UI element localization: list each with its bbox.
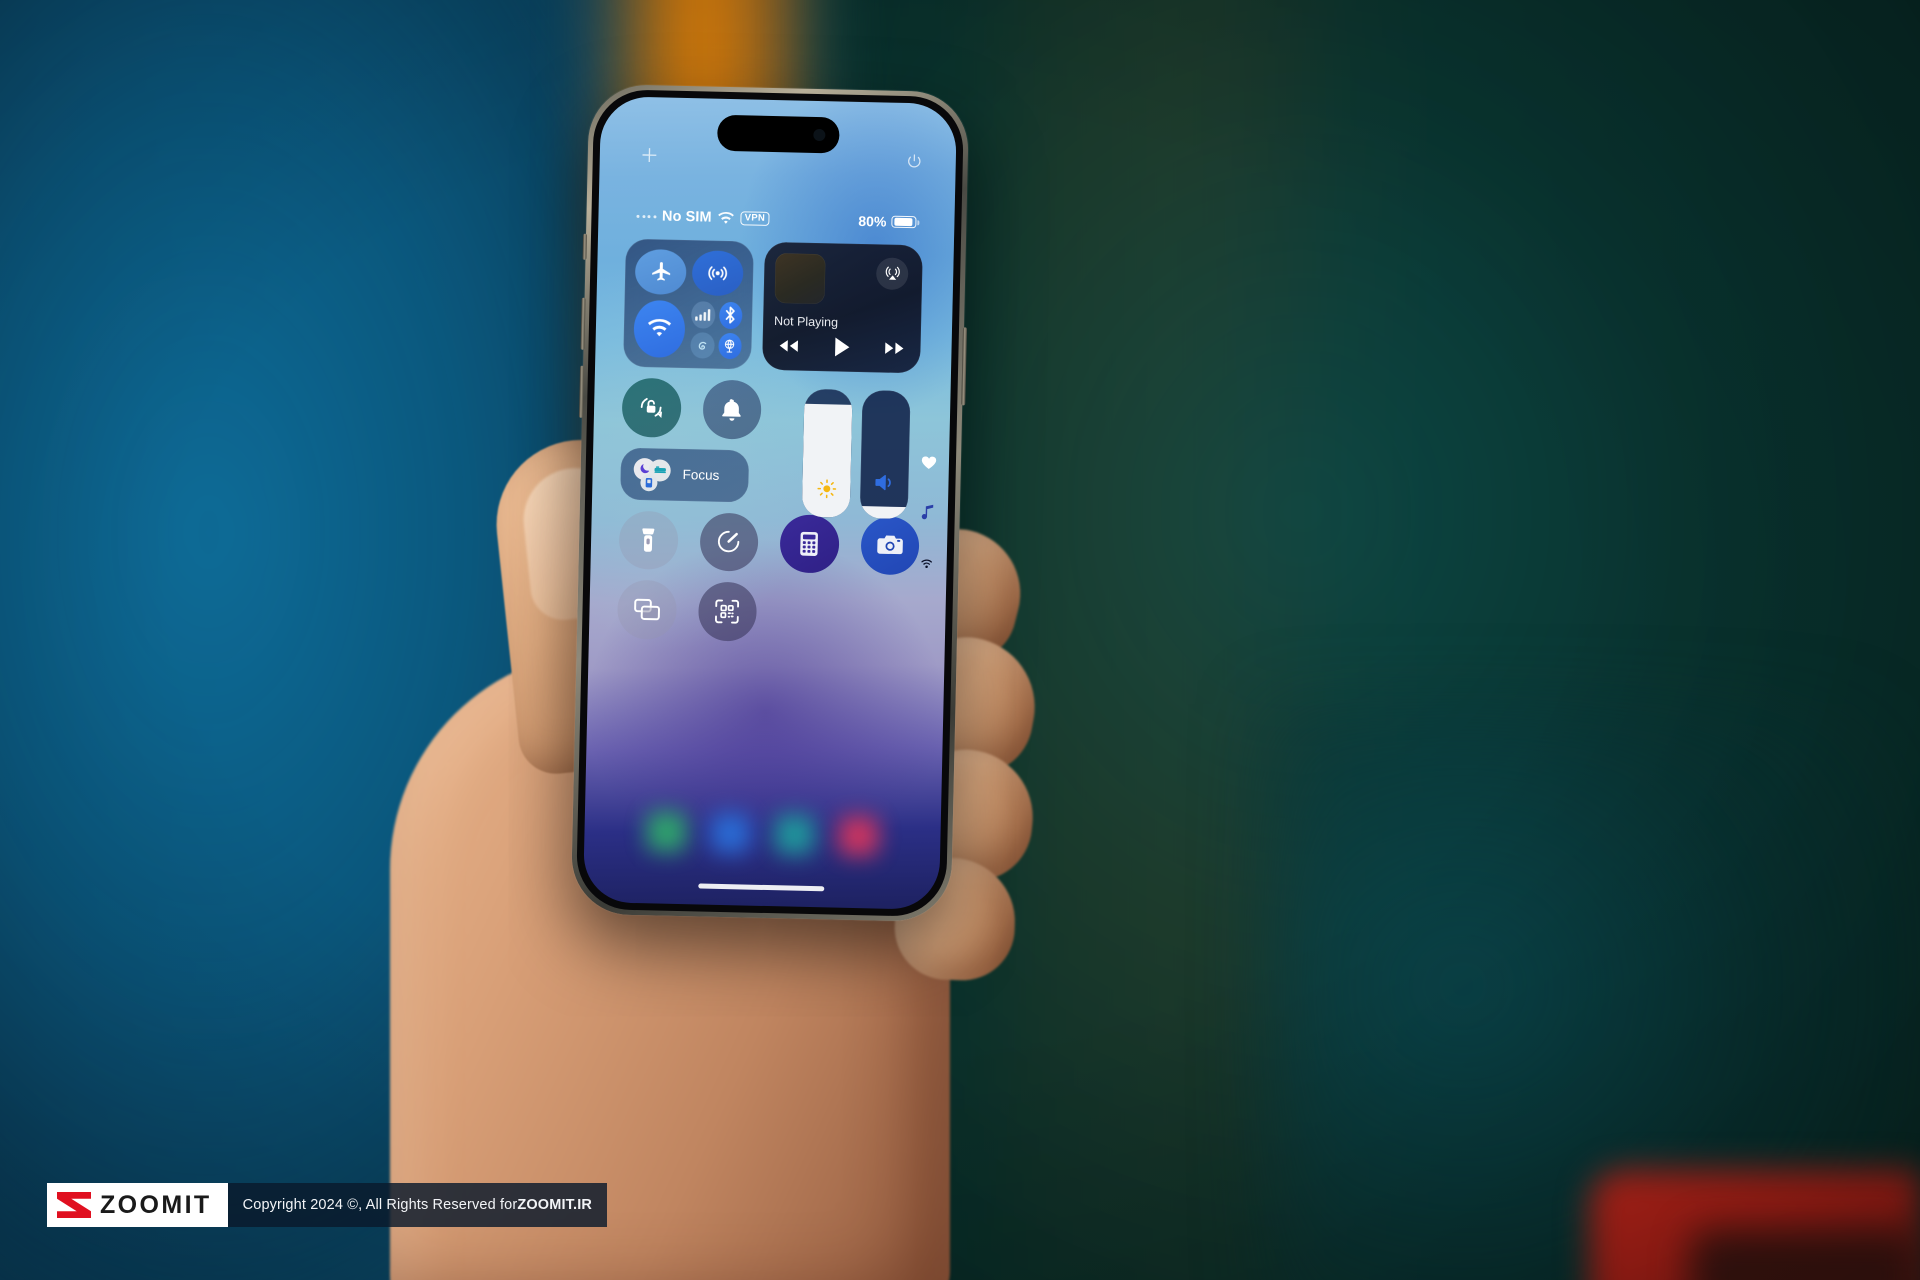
cellular-data-button[interactable] [690, 300, 716, 329]
airplay-icon[interactable] [875, 257, 909, 291]
dock-app-2 [710, 812, 751, 854]
sun-icon [802, 479, 850, 499]
dock-app-4 [838, 815, 879, 857]
wifi-button[interactable] [633, 299, 686, 359]
zoomit-brand-label: ZOOMIT [100, 1190, 212, 1219]
battery-fill [893, 217, 913, 226]
dynamic-island[interactable] [716, 114, 840, 154]
copyright-notice: Copyright 2024 ©, All Rights Reserved fo… [227, 1183, 608, 1227]
control-center-sliders [801, 388, 911, 520]
plus-icon[interactable]: ＋ [640, 146, 659, 167]
flashlight-button[interactable] [618, 510, 679, 570]
zoomit-logo: ZOOMIT [47, 1183, 228, 1227]
dock-app-1 [646, 811, 687, 853]
airplane-mode-button[interactable] [634, 248, 687, 295]
fast-forward-icon[interactable] [883, 341, 905, 356]
volume-up-button[interactable] [580, 297, 586, 350]
vpn-badge: VPN [740, 211, 770, 226]
qr-scanner-button[interactable] [697, 581, 758, 642]
volume-down-button[interactable] [578, 365, 585, 418]
silent-mode-button[interactable] [701, 379, 762, 440]
home-screen-dock [584, 810, 941, 858]
camera-button[interactable] [859, 515, 920, 576]
rewind-icon[interactable] [777, 338, 799, 353]
personal-hotspot-button[interactable] [690, 332, 715, 359]
vpn-globe-button[interactable] [717, 333, 742, 360]
album-artwork [774, 253, 826, 305]
media-player-tile[interactable]: Not Playing [762, 241, 923, 374]
copyright-site: ZOOMIT.IR [517, 1197, 593, 1213]
volume-slider[interactable] [859, 390, 911, 520]
work-icon [640, 473, 658, 491]
zoomit-z-icon [57, 1192, 91, 1218]
copyright-text: Copyright 2024 ©, All Rights Reserved fo… [242, 1197, 518, 1213]
focus-button[interactable]: Focus [620, 447, 750, 503]
volume-slider-fill [859, 506, 908, 520]
dock-app-3 [774, 814, 815, 856]
brightness-slider[interactable] [801, 388, 853, 518]
play-icon[interactable] [833, 336, 850, 357]
speaker-icon [860, 473, 908, 492]
carrier-label: No SIM [661, 208, 712, 226]
focus-mode-icons [633, 456, 674, 491]
phone-device: ＋ No SIM VPN 80% Not Playing Focus [570, 83, 970, 923]
screen-mirroring-button[interactable] [616, 579, 677, 640]
airdrop-small-icon [918, 557, 934, 573]
signal-dots-icon [636, 214, 657, 218]
status-bar-right: 80% [858, 212, 917, 230]
airdrop-button[interactable] [691, 250, 744, 296]
calculator-button[interactable] [779, 513, 840, 574]
bluetooth-button[interactable] [718, 301, 743, 330]
phone-screen: ＋ No SIM VPN 80% Not Playing Focus [582, 96, 958, 910]
screenshot-scene: ＋ No SIM VPN 80% Not Playing Focus ZOOMI… [0, 0, 1920, 1280]
phone-bezel: ＋ No SIM VPN 80% Not Playing Focus [575, 88, 965, 918]
wifi-icon [718, 211, 735, 224]
focus-label: Focus [682, 467, 720, 483]
power-icon[interactable] [907, 153, 922, 168]
battery-percent-label: 80% [858, 212, 887, 230]
watermark: ZOOMIT Copyright 2024 ©, All Rights Rese… [47, 1183, 608, 1227]
screen-side-icons [918, 455, 937, 573]
battery-icon [891, 215, 917, 229]
front-camera-icon [813, 128, 826, 142]
mute-switch[interactable] [582, 233, 588, 260]
connectivity-tile[interactable] [623, 238, 754, 370]
media-status-label: Not Playing [773, 314, 839, 330]
connectivity-quad-group [690, 300, 743, 360]
brightness-slider-fill [801, 404, 853, 518]
control-center-row-utilities-2 [616, 579, 924, 645]
control-center-row-utilities-1 [618, 510, 925, 576]
music-note-icon [921, 503, 935, 520]
control-center-row-connectivity: Not Playing [623, 238, 932, 374]
status-bar-left: No SIM VPN [636, 208, 770, 227]
heart-icon [921, 455, 937, 469]
timer-button[interactable] [698, 511, 759, 572]
media-transport-controls [773, 335, 909, 359]
rotation-lock-button[interactable] [621, 377, 682, 438]
